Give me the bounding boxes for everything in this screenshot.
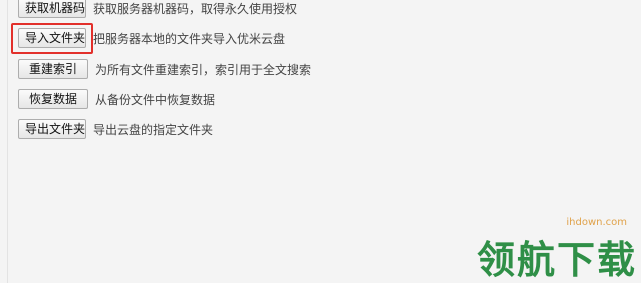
rebuild-index-button[interactable]: 重建索引 (18, 59, 88, 79)
row-restore-data: 恢复数据 从备份文件中恢复数据 (18, 89, 215, 109)
export-folder-button[interactable]: 导出文件夹 (18, 119, 86, 139)
row-rebuild-index: 重建索引 为所有文件重建索引，索引用于全文搜索 (18, 59, 311, 79)
restore-data-button[interactable]: 恢复数据 (18, 89, 88, 109)
import-folder-description: 把服务器本地的文件夹导入优米云盘 (93, 31, 286, 46)
watermark-site: ihdown.com (566, 217, 627, 228)
highlight-box (11, 23, 93, 54)
watermark: ihdown.com 领航下载 (451, 217, 637, 282)
get-machine-code-button[interactable]: 获取机器码 (18, 0, 86, 18)
export-folder-description: 导出云盘的指定文件夹 (93, 122, 214, 137)
row-export-folder: 导出文件夹 导出云盘的指定文件夹 (18, 119, 213, 139)
get-machine-code-description: 获取服务器机器码，取得永久使用授权 (93, 1, 298, 16)
rebuild-index-description: 为所有文件重建索引，索引用于全文搜索 (95, 62, 312, 77)
settings-panel: 获取机器码 获取服务器机器码，取得永久使用授权 导入文件夹 把服务器本地的文件夹… (0, 0, 641, 283)
row-get-machine-code: 获取机器码 获取服务器机器码，取得永久使用授权 (18, 0, 297, 18)
panel-divider (7, 0, 8, 283)
restore-data-description: 从备份文件中恢复数据 (95, 92, 216, 107)
watermark-logo: 领航下载 (476, 238, 637, 282)
